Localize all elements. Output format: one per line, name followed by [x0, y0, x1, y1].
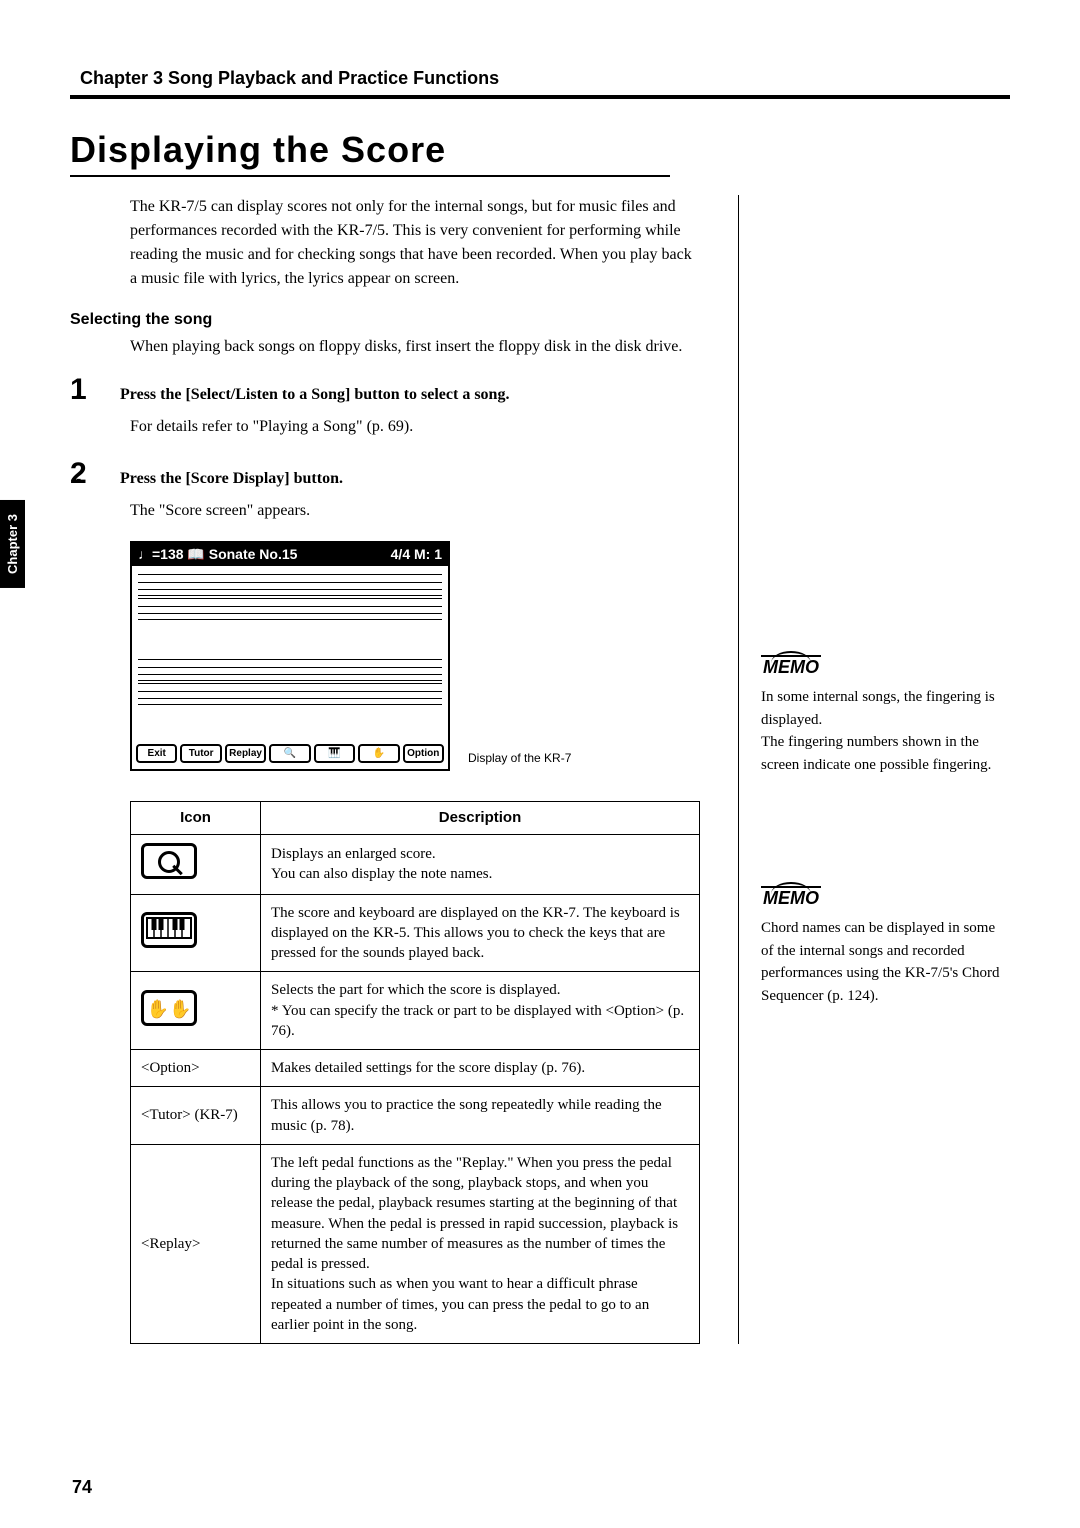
screenshot-caption: Display of the KR-7 — [468, 751, 571, 771]
memo-1: MEMO In some internal songs, the fingeri… — [761, 655, 1010, 776]
step-title: Press the [Score Display] button. — [120, 470, 343, 488]
header-rule — [70, 95, 1010, 99]
table-desc: Displays an enlarged score. You can also… — [261, 835, 700, 894]
step-2: 2. Press the [Score Display] button. — [70, 457, 700, 491]
table-desc: Makes detailed settings for the score di… — [261, 1050, 700, 1087]
table-desc: This allows you to practice the song rep… — [261, 1087, 700, 1145]
page-number: 74 — [72, 1477, 92, 1498]
table-desc: Selects the part for which the score is … — [261, 972, 700, 1050]
option-button[interactable]: Option — [403, 744, 444, 763]
side-column: MEMO In some internal songs, the fingeri… — [738, 195, 1010, 1344]
chapter-header: Chapter 3 Song Playback and Practice Fun… — [70, 68, 1010, 89]
score-time-measure: 4/4 M: 1 — [391, 546, 442, 563]
table-desc: The left pedal functions as the "Replay.… — [261, 1144, 700, 1343]
step-1-body: For details refer to "Playing a Song" (p… — [130, 415, 700, 439]
memo-icon: MEMO — [761, 655, 821, 678]
score-display-box: ♩=138 📖 Sonate No.15 4/4 M: 1 — [130, 541, 450, 771]
table-desc: The score and keyboard are displayed on … — [261, 894, 700, 972]
step-number: 1. — [70, 373, 120, 407]
replay-label: <Replay> — [131, 1144, 261, 1343]
step-number: 2. — [70, 457, 120, 491]
memo-text: In some internal songs, the fingering is… — [761, 686, 1010, 776]
memo-icon: MEMO — [761, 886, 821, 909]
main-column: The KR-7/5 can display scores not only f… — [70, 195, 700, 1344]
intro-text: The KR-7/5 can display scores not only f… — [130, 195, 700, 291]
selecting-song-heading: Selecting the song — [70, 311, 700, 329]
step-1: 1. Press the [Select/Listen to a Song] b… — [70, 373, 700, 407]
magnify-button[interactable]: 🔍 — [269, 744, 310, 763]
tutor-label: <Tutor> (KR-7) — [131, 1087, 261, 1145]
hands-button[interactable]: ✋ — [358, 744, 399, 763]
table-row: <Tutor> (KR-7) This allows you to practi… — [131, 1087, 700, 1145]
table-row: The score and keyboard are displayed on … — [131, 894, 700, 972]
table-row: <Replay> The left pedal functions as the… — [131, 1144, 700, 1343]
title-rule — [70, 175, 670, 177]
score-screenshot: ♩=138 📖 Sonate No.15 4/4 M: 1 — [130, 541, 700, 771]
keyboard-icon — [141, 912, 197, 948]
step-2-body: The "Score screen" appears. — [130, 499, 700, 523]
exit-button[interactable]: Exit — [136, 744, 177, 763]
memo-2: MEMO Chord names can be displayed in som… — [761, 886, 1010, 1007]
page-title: Displaying the Score — [70, 129, 1010, 171]
table-header-description: Description — [261, 802, 700, 835]
hands-icon — [141, 990, 197, 1026]
step-title: Press the [Select/Listen to a Song] butt… — [120, 386, 509, 404]
score-button-row: Exit Tutor Replay 🔍 🎹 ✋ Option — [132, 744, 448, 767]
selecting-song-text: When playing back songs on floppy disks,… — [130, 335, 700, 359]
score-tempo-title: ♩=138 📖 Sonate No.15 — [138, 546, 297, 563]
icon-description-table: Icon Description Displays an enlarged sc… — [130, 801, 700, 1344]
memo-text: Chord names can be displayed in some of … — [761, 917, 1010, 1007]
table-row: Selects the part for which the score is … — [131, 972, 700, 1050]
staff-area — [132, 566, 448, 744]
magnify-icon — [141, 843, 197, 879]
table-header-icon: Icon — [131, 802, 261, 835]
replay-button[interactable]: Replay — [225, 744, 266, 763]
table-row: <Option> Makes detailed settings for the… — [131, 1050, 700, 1087]
table-row: Displays an enlarged score. You can also… — [131, 835, 700, 894]
keyboard-button[interactable]: 🎹 — [314, 744, 355, 763]
option-label: <Option> — [131, 1050, 261, 1087]
tutor-button[interactable]: Tutor — [180, 744, 221, 763]
